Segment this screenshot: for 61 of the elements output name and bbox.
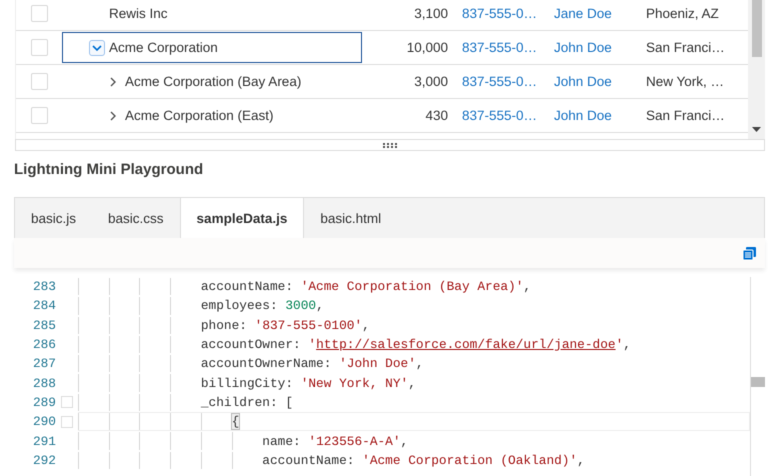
code-line: billingCity: 'New York, NY', <box>200 376 416 391</box>
scrollbar-thumb[interactable] <box>752 0 762 57</box>
copy-icon[interactable] <box>743 246 756 260</box>
phone-link[interactable]: 837-555-0… <box>448 6 540 21</box>
code-line: _children: [ <box>200 394 294 410</box>
account-name: Acme Corporation (East) <box>125 108 274 123</box>
expand-toggle[interactable] <box>89 40 105 56</box>
line-number: 291 <box>32 434 56 449</box>
row-checkbox[interactable] <box>30 73 48 90</box>
line-number: 288 <box>32 376 56 391</box>
phone-link[interactable]: 837-555-0… <box>448 108 540 123</box>
owner-link[interactable]: John Doe <box>540 74 632 89</box>
file-tab[interactable]: basic.js <box>15 198 92 238</box>
row-checkbox[interactable] <box>30 39 48 56</box>
code-line: employees: 3000, <box>200 298 324 314</box>
city-cell-text: Phoeniz, AZ <box>645 6 720 21</box>
account-name: Rewis Inc <box>109 6 168 21</box>
line-number: 292 <box>32 452 56 468</box>
overview-ruler-mark <box>751 377 765 387</box>
code-line: accountOwner: 'http://salesforce.com/fake/url/jane-doe', <box>200 337 631 352</box>
line-number: 287 <box>32 356 56 372</box>
file-tab[interactable]: sampleData.js <box>180 198 304 238</box>
code-line: accountName: 'Acme Corporation (Oakland)', <box>261 452 585 468</box>
code-line: accountName: 'Acme Corporation (Bay Area)', <box>200 279 532 294</box>
chevron-right-icon <box>108 110 118 120</box>
line-number: 285 <box>32 318 56 333</box>
scrollbar[interactable] <box>748 0 765 139</box>
grip-icon <box>383 142 397 148</box>
line-number: 284 <box>32 298 56 314</box>
chevron-right-icon <box>108 76 118 86</box>
account-name: Acme Corporation (Bay Area) <box>125 74 302 89</box>
file-tab[interactable]: basic.css <box>92 198 180 238</box>
account-name: Acme Corporation <box>109 40 218 55</box>
code-line: name: '123556-A-A', <box>261 434 408 449</box>
row-checkbox[interactable] <box>30 107 48 124</box>
resize-handle[interactable] <box>15 140 765 151</box>
employees-cell-text: 3,100 <box>413 6 448 21</box>
city-cell-text: San Franci… <box>645 108 726 123</box>
code-line: phone: '837-555-0100', <box>200 318 370 333</box>
section-title: Lightning Mini Playground <box>14 161 204 178</box>
code-line: accountOwnerName: 'John Doe', <box>200 356 424 372</box>
employees-cell-text: 3,000 <box>413 74 448 89</box>
line-number: 286 <box>32 337 56 352</box>
fold-marker[interactable] <box>61 396 73 408</box>
file-tab[interactable]: basic.html <box>304 198 398 238</box>
owner-link[interactable]: Jane Doe <box>540 6 632 21</box>
employees-cell-text: 10,000 <box>406 40 448 55</box>
city-cell-text: San Franci… <box>645 40 726 55</box>
line-number: 289 <box>32 394 56 410</box>
fold-marker[interactable] <box>61 416 73 428</box>
owner-link[interactable]: John Doe <box>540 108 632 123</box>
line-number: 290 <box>32 414 56 430</box>
line-number: 283 <box>32 279 56 294</box>
city-cell-text: New York, … <box>645 74 726 89</box>
phone-link[interactable]: 837-555-0… <box>448 40 540 55</box>
scroll-down-icon[interactable] <box>752 127 761 133</box>
phone-link[interactable]: 837-555-0… <box>448 74 540 89</box>
chevron-down-icon <box>92 42 102 52</box>
row-checkbox[interactable] <box>30 5 48 22</box>
owner-link[interactable]: John Doe <box>540 40 632 55</box>
employees-cell-text: 430 <box>424 108 448 123</box>
